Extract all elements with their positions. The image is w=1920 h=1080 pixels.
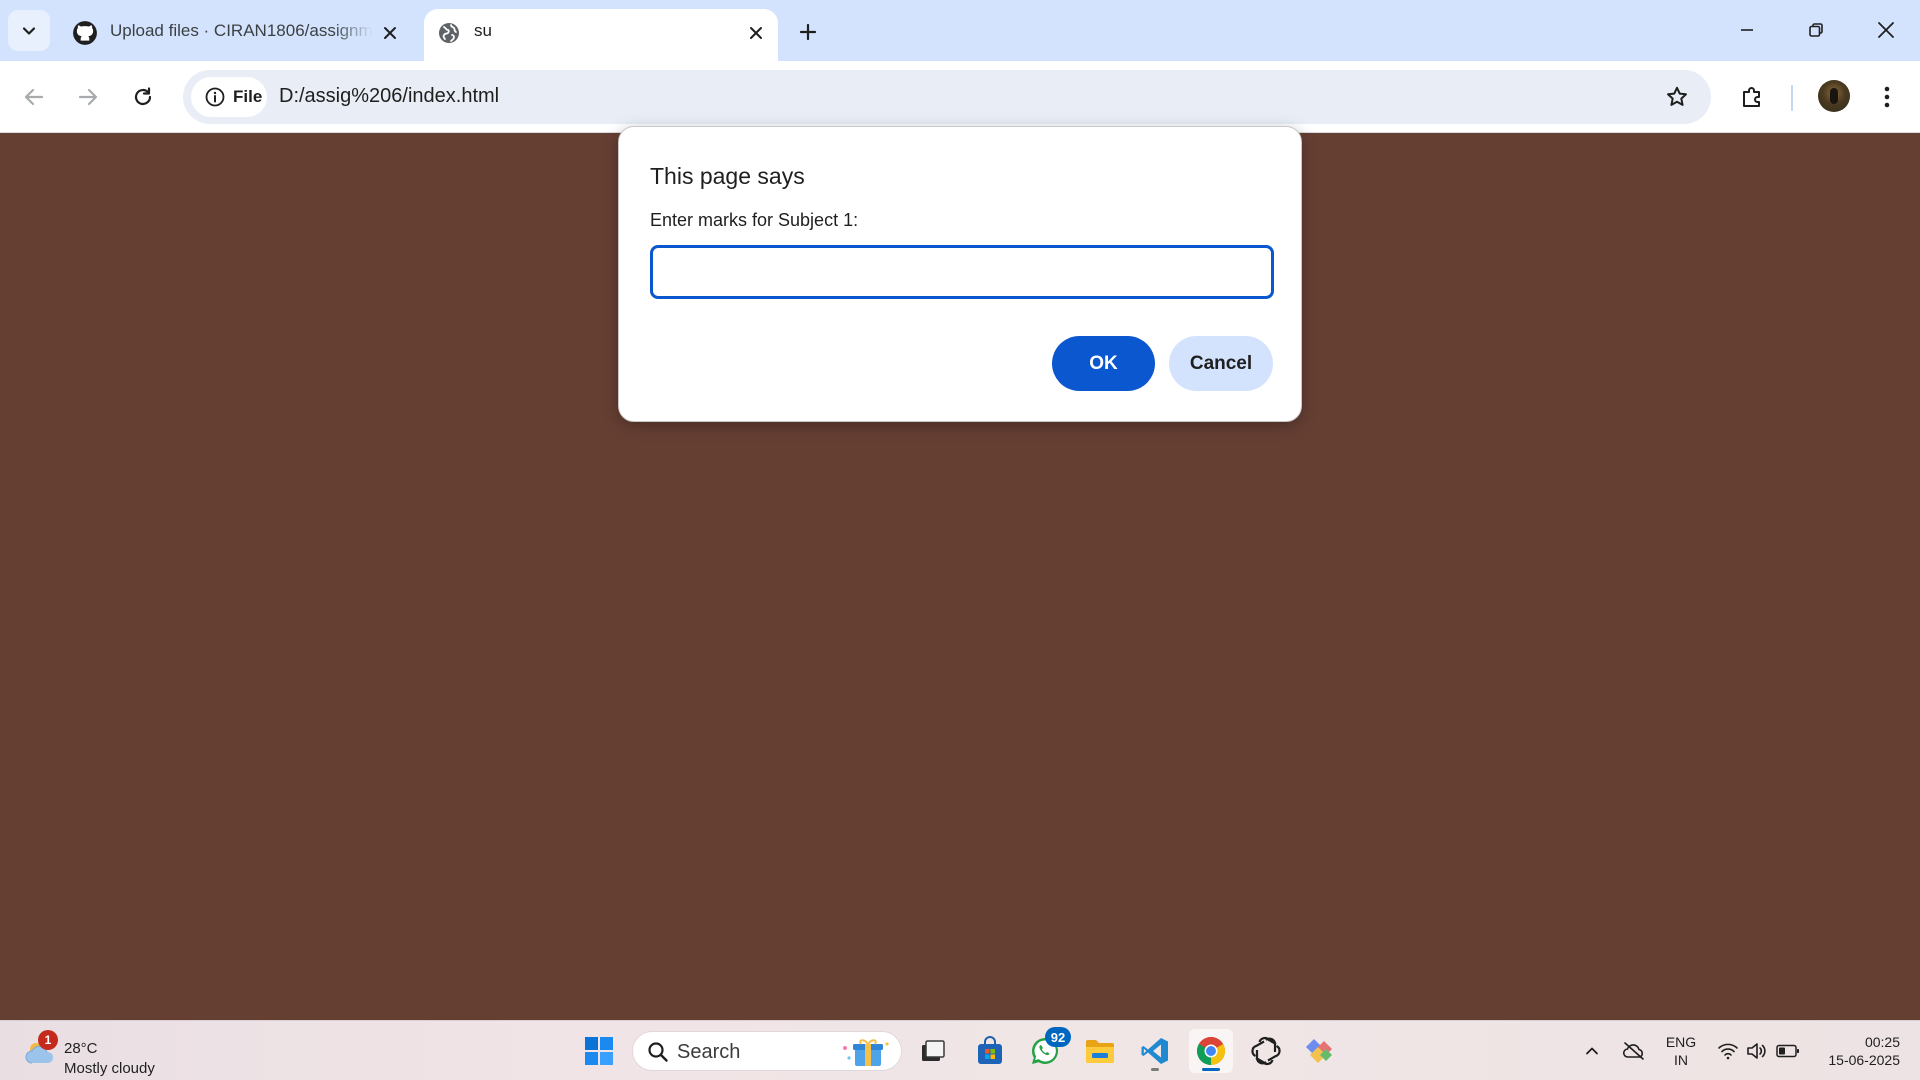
browser-menu-button[interactable] [1867, 77, 1907, 117]
onedrive-status-button[interactable] [1619, 1035, 1649, 1067]
input-language-indicator[interactable]: ENG IN [1664, 1033, 1698, 1069]
reload-icon [134, 87, 152, 106]
dialog-message: Enter marks for Subject 1: [650, 210, 859, 230]
clock-date: 15-06-2025 [1828, 1052, 1900, 1068]
active-indicator [1202, 1068, 1220, 1071]
store-icon [978, 1036, 1002, 1064]
windows-logo-icon [585, 1037, 613, 1065]
arrow-left-icon [24, 88, 44, 106]
restore-button[interactable] [1793, 10, 1839, 50]
gemini-diamond-icon [1306, 1039, 1332, 1063]
more-vertical-icon [1884, 86, 1890, 108]
microsoft-store-button[interactable] [968, 1029, 1012, 1073]
vscode-icon [1141, 1038, 1168, 1064]
tab-su[interactable]: su [424, 9, 778, 61]
forward-button[interactable] [68, 77, 108, 117]
back-button[interactable] [14, 77, 54, 117]
extensions-button[interactable] [1732, 77, 1772, 117]
weather-widget[interactable]: 1 28°C Mostly cloudy [20, 1029, 200, 1077]
speaker-icon [1747, 1043, 1766, 1059]
weather-alert-badge: 1 [38, 1030, 58, 1050]
search-label: Search [677, 1041, 741, 1063]
url-text[interactable]: D:/assig%206/index.html [279, 85, 499, 108]
new-tab-button[interactable] [790, 14, 826, 50]
bookmark-button[interactable] [1663, 83, 1691, 111]
battery-icon [1776, 1044, 1799, 1058]
tab-close-icon[interactable] [378, 21, 402, 45]
running-indicator [1151, 1068, 1159, 1071]
restore-icon [1809, 23, 1823, 37]
scheme-label: File [233, 87, 263, 106]
taskbar-search[interactable]: Search [632, 1031, 902, 1071]
prompt-input[interactable] [650, 245, 1274, 299]
dialog-title: This page says [650, 163, 805, 189]
task-view-icon [922, 1040, 945, 1061]
github-icon [72, 20, 98, 46]
tab-strip: Upload files · CIRAN1806/assignment su [0, 0, 1920, 61]
wifi-status[interactable] [1714, 1035, 1742, 1067]
language-code: ENG [1665, 1034, 1697, 1050]
plus-icon [799, 23, 817, 41]
minimize-button[interactable] [1724, 10, 1770, 50]
close-icon [1878, 22, 1894, 38]
search-icon [648, 1042, 668, 1062]
battery-status[interactable] [1774, 1035, 1802, 1067]
minimize-icon [1741, 29, 1753, 31]
cancel-button[interactable]: Cancel [1169, 336, 1273, 391]
prompt-dialog: This page says Enter marks for Subject 1… [618, 126, 1302, 422]
puzzle-icon [1743, 87, 1760, 107]
file-explorer-button[interactable] [1078, 1029, 1122, 1073]
pinned-app-button[interactable] [1298, 1029, 1342, 1073]
close-window-button[interactable] [1863, 10, 1909, 50]
tab-upload-files[interactable]: Upload files · CIRAN1806/assignment [60, 9, 412, 61]
cloud-off-icon [1622, 1042, 1644, 1060]
wifi-icon [1718, 1043, 1738, 1060]
site-info-chip[interactable]: File [191, 77, 267, 117]
chatgpt-icon [1251, 1036, 1281, 1066]
folder-icon [1086, 1040, 1114, 1063]
chrome-icon [1197, 1037, 1225, 1065]
language-region: IN [1674, 1052, 1688, 1068]
chatgpt-button[interactable] [1244, 1029, 1288, 1073]
toolbar-divider [1791, 85, 1793, 111]
star-icon [1667, 86, 1687, 106]
whatsapp-button[interactable]: 92 [1023, 1027, 1071, 1073]
whatsapp-unread-badge: 92 [1045, 1027, 1071, 1047]
chevron-down-icon [22, 26, 36, 35]
weather-condition: Mostly cloudy [64, 1060, 155, 1077]
gift-icon [843, 1039, 889, 1066]
system-clock[interactable]: 00:25 15-06-2025 [1812, 1033, 1900, 1069]
address-bar[interactable]: File D:/assig%206/index.html [183, 70, 1711, 124]
clock-time: 00:25 [1864, 1034, 1900, 1050]
tab-title: su [474, 21, 492, 40]
volume-status[interactable] [1744, 1035, 1770, 1067]
ok-button[interactable]: OK [1052, 336, 1155, 391]
tab-search-button[interactable] [8, 10, 50, 51]
tab-close-icon[interactable] [744, 21, 768, 45]
info-icon [205, 87, 225, 107]
chevron-up-icon [1586, 1047, 1598, 1055]
browser-toolbar: File D:/assig%206/index.html [0, 61, 1920, 133]
arrow-right-icon [78, 88, 98, 106]
weather-temperature: 28°C [64, 1040, 98, 1057]
chrome-button[interactable] [1189, 1029, 1233, 1073]
show-hidden-icons-button[interactable] [1580, 1035, 1604, 1067]
task-view-button[interactable] [911, 1029, 955, 1073]
tab-title: Upload files · CIRAN1806/assignment [110, 21, 372, 40]
profile-avatar[interactable] [1818, 80, 1850, 112]
start-button[interactable] [577, 1029, 621, 1073]
reload-button[interactable] [123, 77, 163, 117]
globe-icon [436, 20, 462, 46]
taskbar: 1 28°C Mostly cloudy Search 92 ENG IN 00… [0, 1020, 1920, 1080]
vscode-button[interactable] [1133, 1029, 1177, 1073]
